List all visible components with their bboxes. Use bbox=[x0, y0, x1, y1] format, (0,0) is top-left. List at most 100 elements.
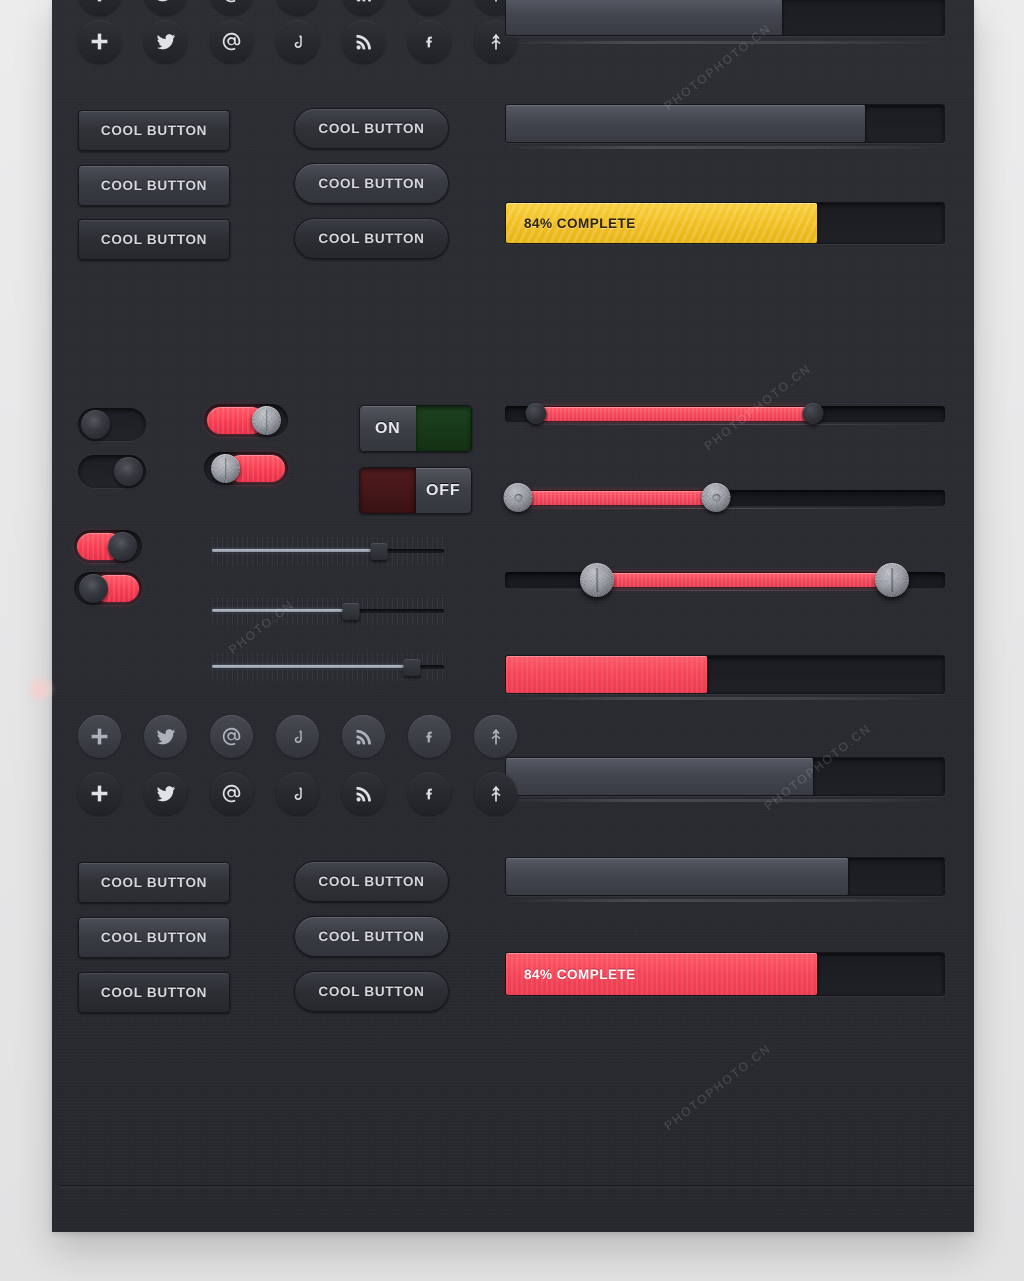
progress-fill bbox=[506, 858, 848, 895]
thin-slider-2[interactable] bbox=[212, 597, 444, 625]
slider-handle-high[interactable] bbox=[701, 483, 731, 512]
button-label: COOL BUTTON bbox=[318, 984, 425, 999]
toggle-red-metal-off[interactable] bbox=[204, 452, 288, 485]
toggle-dark-on[interactable] bbox=[78, 455, 146, 488]
button-rect-5[interactable]: COOL BUTTON bbox=[78, 917, 230, 958]
toggle-knob bbox=[79, 574, 108, 603]
progress-fill bbox=[506, 656, 708, 693]
slider-handle-low[interactable] bbox=[503, 483, 533, 512]
bar-sheen bbox=[505, 41, 945, 44]
switch-label-on: ON bbox=[360, 406, 416, 451]
progress-red: 84% COMPLETE bbox=[505, 952, 945, 996]
twitter-icon[interactable] bbox=[144, 0, 187, 15]
button-label: COOL BUTTON bbox=[100, 123, 208, 138]
button-round-2[interactable]: COOL BUTTON bbox=[294, 163, 449, 204]
rss-icon[interactable] bbox=[342, 715, 385, 758]
bar-sheen bbox=[505, 146, 945, 149]
toggle-knob bbox=[211, 454, 240, 483]
toggle-knob bbox=[252, 406, 281, 435]
forrst-arrow-icon[interactable] bbox=[474, 772, 517, 815]
progress-fill: 84% COMPLETE bbox=[506, 203, 817, 243]
icon-row-light[interactable] bbox=[78, 715, 517, 758]
range-slider-2[interactable] bbox=[503, 481, 945, 515]
button-label: COOL BUTTON bbox=[100, 930, 208, 945]
rss-icon[interactable] bbox=[342, 772, 385, 815]
slider-filled bbox=[212, 609, 352, 612]
bar-sheen bbox=[505, 799, 945, 802]
slider-handle-low[interactable] bbox=[525, 403, 547, 424]
dribbble-icon[interactable] bbox=[276, 715, 319, 758]
progress-fill: 84% COMPLETE bbox=[506, 953, 817, 995]
slider-selection bbox=[518, 491, 717, 505]
forrst-arrow-icon[interactable] bbox=[474, 715, 517, 758]
icon-row-top-cropped bbox=[78, 0, 517, 15]
switch-on[interactable]: ON bbox=[359, 405, 472, 452]
facebook-icon[interactable] bbox=[408, 0, 451, 15]
twitter-icon[interactable] bbox=[144, 772, 187, 815]
button-rect-4[interactable]: COOL BUTTON bbox=[78, 862, 230, 903]
rss-icon[interactable] bbox=[342, 20, 385, 63]
at-email-icon[interactable] bbox=[210, 20, 253, 63]
button-rect-2[interactable]: COOL BUTTON bbox=[78, 165, 230, 206]
facebook-icon[interactable] bbox=[408, 772, 451, 815]
button-label: COOL BUTTON bbox=[318, 231, 425, 246]
toggle-knob bbox=[108, 532, 137, 561]
slider-filled bbox=[212, 549, 380, 552]
slider-handle-low[interactable] bbox=[580, 563, 615, 597]
button-round-1[interactable]: COOL BUTTON bbox=[294, 108, 449, 149]
plus-icon[interactable] bbox=[78, 20, 121, 63]
toggle-red-metal-on[interactable] bbox=[204, 404, 288, 437]
slider-handle[interactable] bbox=[370, 543, 388, 560]
dribbble-icon[interactable] bbox=[276, 772, 319, 815]
facebook-icon[interactable] bbox=[408, 715, 451, 758]
progress-yellow: 84% COMPLETE bbox=[505, 202, 945, 244]
range-slider-1[interactable] bbox=[505, 397, 945, 431]
slider-selection bbox=[535, 407, 813, 421]
divider-left-highlight bbox=[60, 1187, 652, 1188]
button-rect-1[interactable]: COOL BUTTON bbox=[78, 110, 230, 151]
progress-label: 84% COMPLETE bbox=[524, 215, 636, 231]
plus-icon[interactable] bbox=[78, 772, 121, 815]
decorative-pink-blob bbox=[28, 676, 52, 702]
button-label: COOL BUTTON bbox=[100, 875, 208, 890]
progress-fill bbox=[506, 0, 782, 35]
slider-handle-high[interactable] bbox=[802, 403, 824, 424]
button-round-3[interactable]: COOL BUTTON bbox=[294, 218, 449, 259]
slider-selection bbox=[597, 573, 893, 587]
button-rect-6[interactable]: COOL BUTTON bbox=[78, 972, 230, 1013]
at-email-icon[interactable] bbox=[210, 0, 253, 15]
at-email-icon[interactable] bbox=[210, 715, 253, 758]
button-round-5[interactable]: COOL BUTTON bbox=[294, 916, 449, 957]
switch-label-off: OFF bbox=[415, 468, 471, 513]
button-label: COOL BUTTON bbox=[100, 985, 208, 1000]
toggle-dark-off[interactable] bbox=[78, 408, 146, 441]
range-slider-3[interactable] bbox=[505, 563, 945, 597]
toggle-red-dark-off[interactable] bbox=[74, 572, 142, 605]
plus-icon[interactable] bbox=[78, 715, 121, 758]
rss-icon[interactable] bbox=[342, 0, 385, 15]
at-email-icon[interactable] bbox=[210, 772, 253, 815]
plus-icon[interactable] bbox=[78, 0, 121, 15]
toggle-knob bbox=[81, 410, 110, 439]
slider-handle[interactable] bbox=[342, 603, 360, 620]
button-label: COOL BUTTON bbox=[318, 121, 425, 136]
thin-slider-3[interactable] bbox=[212, 653, 444, 681]
button-round-6[interactable]: COOL BUTTON bbox=[294, 971, 449, 1012]
progress-grey-4 bbox=[505, 857, 945, 896]
dribbble-icon[interactable] bbox=[276, 20, 319, 63]
toggle-red-dark-on[interactable] bbox=[74, 530, 142, 563]
twitter-icon[interactable] bbox=[144, 20, 187, 63]
icon-row-dark-upper[interactable] bbox=[78, 20, 517, 63]
divider-right-highlight bbox=[652, 1187, 974, 1188]
dribbble-icon[interactable] bbox=[276, 0, 319, 15]
slider-handle-high[interactable] bbox=[875, 563, 910, 597]
twitter-icon[interactable] bbox=[144, 715, 187, 758]
slider-handle[interactable] bbox=[403, 659, 421, 676]
thin-slider-1[interactable] bbox=[212, 537, 444, 565]
button-rect-3[interactable]: COOL BUTTON bbox=[78, 219, 230, 260]
progress-grey-3 bbox=[505, 757, 945, 796]
button-round-4[interactable]: COOL BUTTON bbox=[294, 861, 449, 902]
icon-row-dark-lower[interactable] bbox=[78, 772, 517, 815]
facebook-icon[interactable] bbox=[408, 20, 451, 63]
switch-off[interactable]: OFF bbox=[359, 467, 472, 514]
